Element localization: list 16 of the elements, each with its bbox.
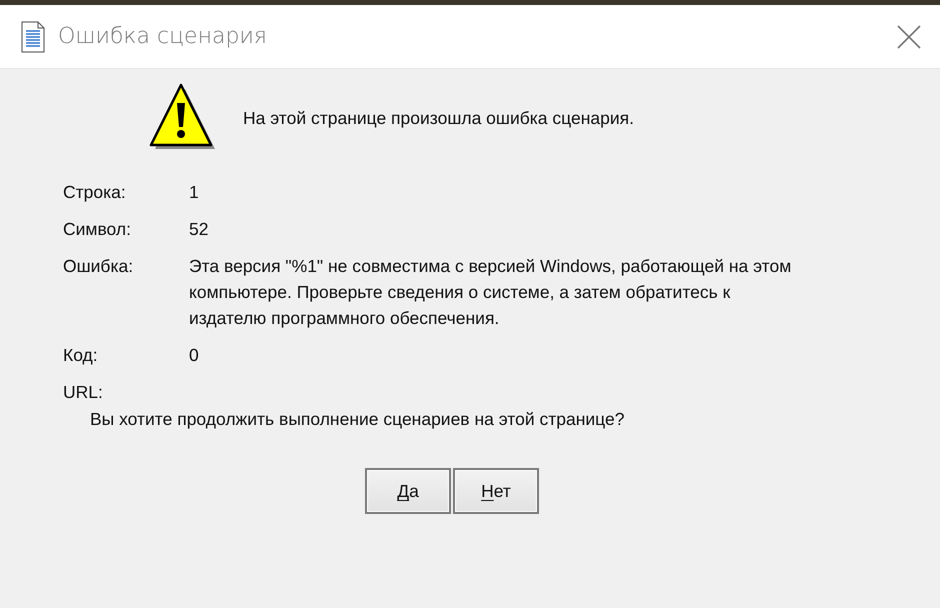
field-label: Ошибка: (63, 255, 134, 278)
field-label: Код: (63, 344, 99, 367)
window-title: Ошибка сценария (58, 24, 268, 49)
field-value: 52 (189, 218, 210, 241)
field-value: 0 (189, 344, 200, 367)
field-label: Строка: (63, 181, 127, 204)
document-icon (20, 20, 46, 52)
error-message: На этой странице произошла ошибка сценария. (243, 108, 634, 128)
dialog-button[interactable]: Да (365, 468, 451, 514)
dialog-button[interactable]: Нет (453, 468, 539, 514)
field-label: Символ: (63, 218, 132, 241)
close-icon[interactable] (896, 24, 922, 50)
field-label: URL: (63, 381, 104, 404)
field-value: Эта версия "%1" не совместима с версией Windows, работающей на этом компьютере. Проверьте сведения о системе, а затем обратитесь к издателю программного обеспечения. (189, 255, 792, 330)
question-text: Вы хотите продолжить выполнение сценариев на этой странице? (90, 409, 626, 430)
field-value: 1 (189, 181, 200, 204)
